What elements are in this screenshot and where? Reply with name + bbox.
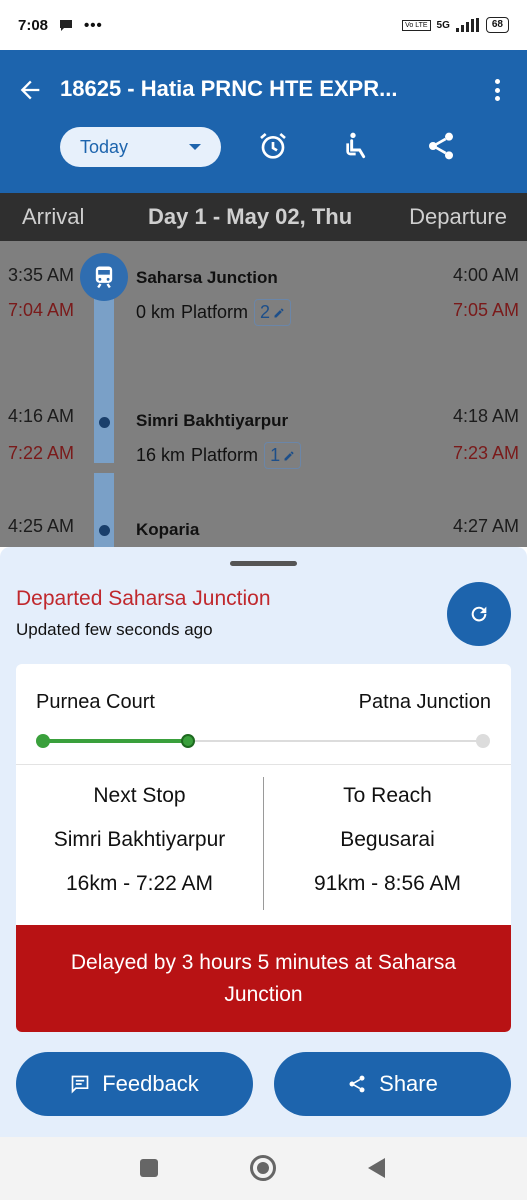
chat-notification-icon (60, 20, 73, 31)
battery-icon: 68 (485, 17, 509, 33)
edit-icon (284, 451, 294, 460)
actual-departure: 7:05 AM (452, 300, 519, 320)
scheduled-departure: 4:18 AM (452, 406, 519, 426)
updated-time: Updated few seconds ago (16, 620, 213, 639)
to-reach-column: To Reach Begusarai 91km - 8:56 AM (264, 764, 511, 896)
origin-dot (36, 734, 50, 748)
refresh-button[interactable] (447, 582, 511, 646)
live-status-sheet: Departed Saharsa Junction Updated few se… (0, 547, 527, 1137)
signal-icon (455, 18, 479, 32)
back-icon[interactable] (368, 1158, 385, 1178)
station-name: Koparia (136, 520, 200, 539)
day-label: Day 1 - May 02, Thu (148, 204, 353, 229)
platform-number-button[interactable]: 2 (254, 299, 292, 326)
to-reach-station: Begusarai (340, 828, 435, 851)
station-timeline: 3:35 AM 7:04 AM Saharsa Junction 0 km Pl… (0, 241, 527, 547)
station-name: Simri Bakhtiyarpur (136, 411, 289, 430)
station-dot (99, 525, 110, 536)
share-button[interactable]: Share (274, 1052, 511, 1116)
train-position-icon (80, 253, 128, 301)
day-header: Arrival Day 1 - May 02, Thu Departure (0, 193, 527, 241)
feedback-button[interactable]: Feedback (16, 1052, 253, 1116)
next-stop-station: Simri Bakhtiyarpur (53, 828, 226, 851)
journey-progress-fill (42, 739, 188, 743)
recents-icon[interactable] (140, 1159, 158, 1177)
scheduled-departure: 4:27 AM (452, 516, 519, 536)
platform-number: 1 (270, 445, 281, 465)
alarm-icon[interactable] (257, 130, 289, 162)
scheduled-arrival: 3:35 AM (8, 265, 75, 285)
more-notifications-icon: ••• (84, 16, 103, 34)
actual-arrival: 7:04 AM (8, 300, 75, 320)
station-name: Saharsa Junction (136, 268, 278, 287)
volte-icon: Vo LTE (402, 19, 431, 31)
app-bar: 18625 - Hatia PRNC HTE EXPR... Today (0, 50, 527, 193)
refresh-icon (471, 606, 487, 622)
scheduled-arrival: 4:25 AM (8, 516, 75, 536)
scheduled-departure: 4:00 AM (452, 265, 519, 285)
share-icon (349, 1075, 365, 1093)
actual-arrival: 7:22 AM (8, 443, 75, 463)
platform-label: Platform (191, 445, 259, 465)
feedback-label: Feedback (102, 1071, 199, 1096)
live-status-title: Departed Saharsa Junction (16, 587, 271, 610)
sheet-drag-handle[interactable] (230, 561, 297, 566)
share-label: Share (379, 1071, 438, 1096)
edit-icon (274, 308, 284, 317)
station-distance: 0 km (136, 302, 176, 322)
more-vert-icon[interactable] (487, 77, 507, 103)
train-title: 18625 - Hatia PRNC HTE EXPR... (60, 76, 398, 101)
share-icon[interactable] (425, 130, 457, 162)
chevron-down-icon (189, 144, 201, 150)
timeline-track-1 (94, 289, 114, 463)
departure-column-label: Departure (409, 204, 507, 229)
arrival-column-label: Arrival (22, 204, 85, 229)
back-arrow-icon[interactable] (16, 76, 44, 104)
station-distance: 16 km (136, 445, 186, 465)
clock: 7:08 (18, 16, 49, 34)
status-bar: 7:08 ••• Vo LTE 5G 68 (0, 0, 527, 50)
current-position-dot (181, 734, 195, 748)
actual-departure: 7:23 AM (452, 443, 519, 463)
delay-banner: Delayed by 3 hours 5 minutes at Saharsa … (16, 925, 511, 1032)
to-reach-label: To Reach (343, 784, 432, 807)
next-stop-label: Next Stop (93, 784, 186, 807)
route-origin: Purnea Court (36, 691, 155, 713)
scheduled-arrival: 4:16 AM (8, 406, 75, 426)
system-nav-bar (0, 1137, 527, 1200)
date-dropdown[interactable]: Today (60, 127, 221, 167)
platform-number: 2 (260, 302, 271, 322)
feedback-icon (71, 1075, 89, 1094)
platform-number-button[interactable]: 1 (264, 442, 302, 469)
home-icon[interactable] (250, 1155, 276, 1181)
route-destination: Patna Junction (358, 691, 491, 713)
date-dropdown-label: Today (80, 136, 129, 157)
to-reach-eta: 91km - 8:56 AM (313, 872, 462, 895)
next-stop-eta: 16km - 7:22 AM (65, 872, 214, 895)
platform-label: Platform (181, 302, 249, 322)
seat-icon[interactable] (341, 130, 373, 162)
destination-dot (476, 734, 490, 748)
station-dot (99, 417, 110, 428)
next-stop-column: Next Stop Simri Bakhtiyarpur 16km - 7:22… (16, 764, 263, 896)
network-type: 5G (436, 19, 450, 31)
journey-card: Purnea Court Patna Junction Next Stop Si… (16, 664, 511, 1032)
